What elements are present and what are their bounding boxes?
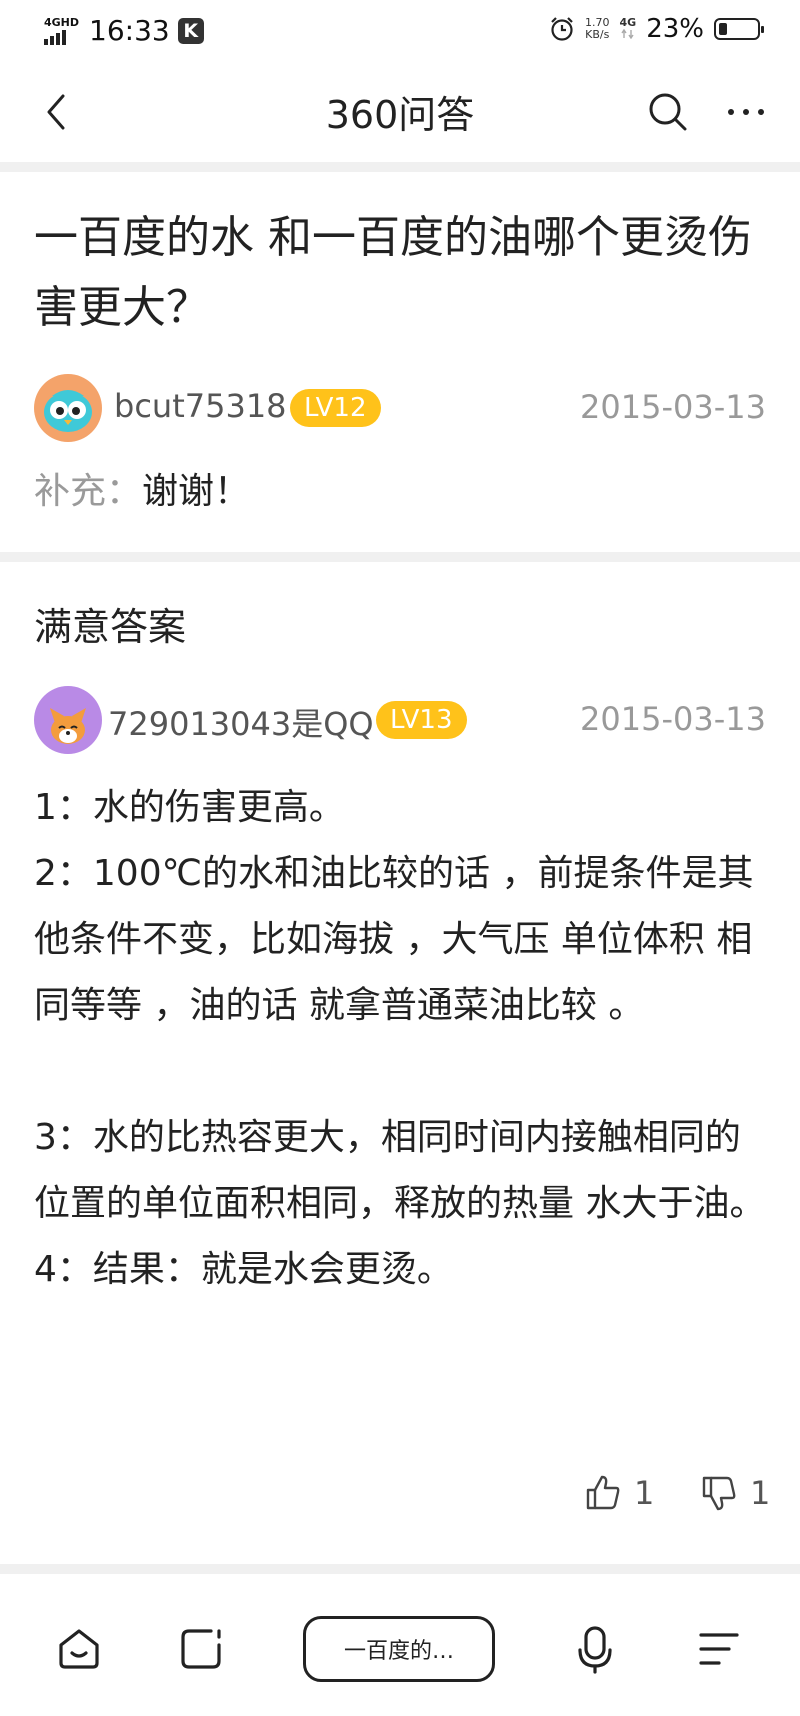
level-badge: LV12 <box>290 389 381 427</box>
like-button[interactable]: 1 <box>584 1474 654 1512</box>
clock: 16:33 <box>89 14 170 47</box>
level-badge: LV13 <box>376 701 467 739</box>
more-button[interactable] <box>716 82 776 142</box>
status-bar: 4GHD 16:33 K 1.70 KB/s 4G 23% <box>0 0 800 62</box>
dislike-count: 1 <box>750 1474 771 1512</box>
answer-paragraph: 1：水的伤害更高。 <box>34 787 345 828</box>
answer-author-name[interactable]: 729013043是QQ <box>108 699 374 745</box>
question-author-row: bcut75318 LV12 2015-03-13 <box>34 374 766 442</box>
signal-indicator: 4GHD <box>44 17 79 45</box>
question-date: 2015-03-13 <box>580 388 766 426</box>
question-supplement: 补充：谢谢！ <box>34 462 250 514</box>
supplement-text: 谢谢！ <box>142 471 251 512</box>
section-divider <box>0 162 800 172</box>
fox-avatar-icon <box>34 686 102 754</box>
battery-percent: 23% <box>646 14 704 44</box>
question-author-name[interactable]: bcut75318 <box>114 387 287 425</box>
app-badge-icon: K <box>177 17 204 44</box>
best-answer-heading: 满意答案 <box>34 605 187 649</box>
status-right: 1.70 KB/s 4G 23% <box>549 14 764 44</box>
search-button[interactable] <box>638 82 698 142</box>
avatar[interactable] <box>34 374 102 442</box>
status-left: 4GHD 16:33 K <box>44 14 204 47</box>
section-divider <box>0 1564 800 1574</box>
bird-avatar-icon <box>34 374 102 442</box>
answer-paragraph <box>34 1039 774 1105</box>
edit-button[interactable] <box>166 1614 236 1684</box>
edit-icon <box>181 1629 221 1669</box>
section-divider <box>0 552 800 562</box>
menu-icon <box>699 1633 739 1665</box>
alarm-icon <box>551 17 573 41</box>
network-type: 4G <box>619 15 637 42</box>
search-bar[interactable]: 一百度的… <box>303 1616 495 1682</box>
home-button[interactable] <box>44 1614 114 1684</box>
battery-fill <box>719 23 727 35</box>
top-nav-bar: 360问答 <box>0 62 800 162</box>
mic-icon <box>578 1626 612 1674</box>
more-icon <box>728 109 764 115</box>
question-title: 一百度的水 和一百度的油哪个更烫伤害更大？ <box>34 212 752 333</box>
supplement-label: 补充： <box>34 471 143 512</box>
thumbs-up-icon <box>586 1475 620 1510</box>
answer-content: 1：水的伤害更高。 2：100℃的水和油比较的话 ，前提条件是其他条件不变，比如… <box>34 775 774 1303</box>
bottom-nav-bar: 一百度的… <box>0 1580 800 1716</box>
network-type-label: 4G <box>619 15 637 29</box>
answer-author-row: 729013043是QQ LV13 2015-03-13 <box>34 686 766 754</box>
home-icon <box>59 1629 99 1669</box>
voice-button[interactable] <box>560 1614 630 1684</box>
like-count: 1 <box>634 1474 655 1512</box>
answer-date: 2015-03-13 <box>580 700 766 738</box>
signal-bars-icon <box>44 29 79 45</box>
search-icon <box>649 93 687 131</box>
answer-paragraph: 2：100℃的水和油比较的话 ，前提条件是其他条件不变，比如海拔 ，大气压 单位… <box>34 853 754 1026</box>
avatar[interactable] <box>34 686 102 754</box>
dislike-button[interactable]: 1 <box>700 1474 770 1512</box>
network-speed: 1.70 KB/s <box>585 17 610 41</box>
back-button[interactable] <box>26 82 86 142</box>
network-label: 4GHD <box>44 15 80 29</box>
speed-unit: KB/s <box>585 28 610 41</box>
thumbs-down-icon <box>702 1476 736 1511</box>
answer-paragraph: 3：水的比热容更大，相同时间内接触相同的位置的单位面积相同，释放的热量 水大于油… <box>34 1117 766 1224</box>
battery-icon <box>714 18 764 40</box>
answer-paragraph: 4：结果：就是水会更烫。 <box>34 1249 453 1290</box>
chevron-left-icon <box>47 94 65 130</box>
menu-button[interactable] <box>684 1614 754 1684</box>
data-arrows-icon <box>621 28 634 39</box>
